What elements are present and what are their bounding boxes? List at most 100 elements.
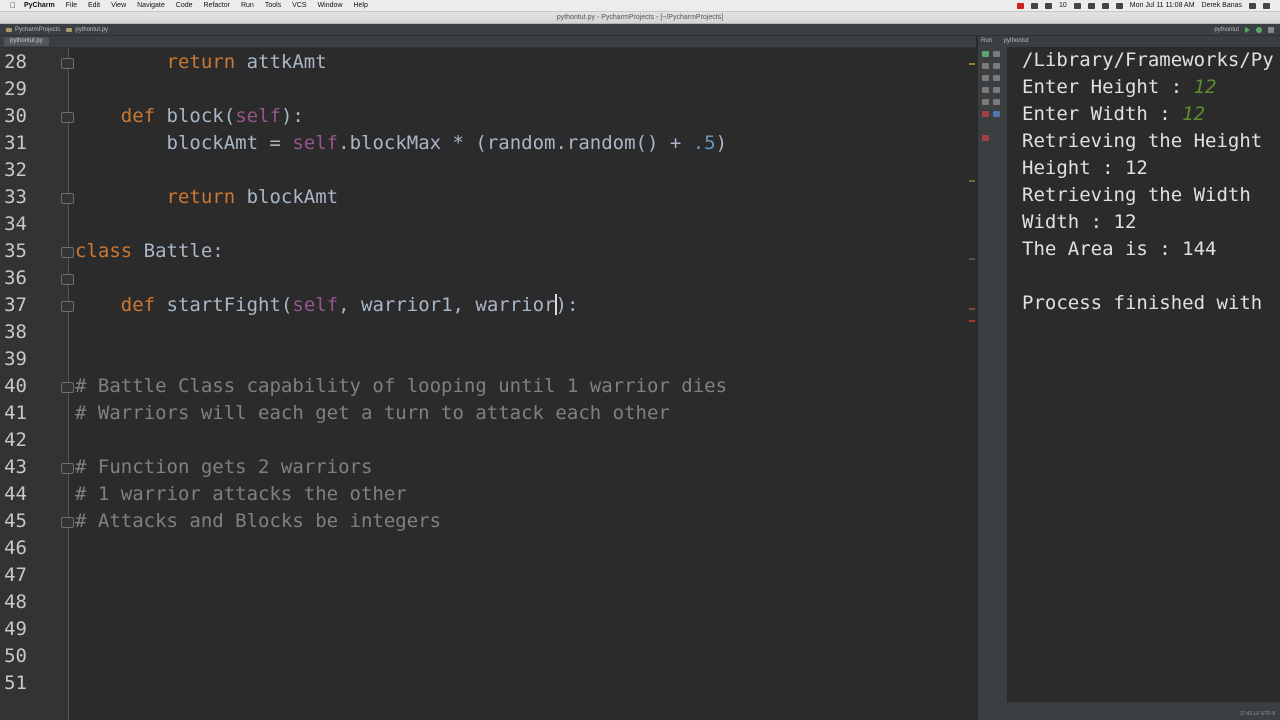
code-line-31: blockAmt = self.blockMax * (random.rando…: [75, 130, 728, 157]
menu-file[interactable]: File: [66, 2, 77, 9]
keyword-return: return: [166, 186, 236, 208]
function-name: block: [166, 105, 224, 127]
app-menu[interactable]: PyCharm: [24, 2, 55, 9]
soft-wrap-icon[interactable]: [993, 75, 1000, 81]
record-icon[interactable]: [1017, 2, 1024, 9]
line-number: 34: [4, 213, 27, 235]
run-icon[interactable]: [1245, 26, 1250, 33]
menu-edit[interactable]: Edit: [88, 2, 100, 9]
line-number: 39: [4, 348, 27, 370]
scroll-thumb[interactable]: [969, 258, 975, 260]
folder-icon: [6, 27, 12, 32]
code-line-28: return attkAmt: [75, 49, 327, 76]
fold-marker[interactable]: [61, 112, 74, 123]
line-number: 31: [4, 132, 27, 154]
run-config-label: pythontut: [1003, 38, 1029, 44]
dump-threads-icon[interactable]: [982, 87, 989, 93]
fold-marker[interactable]: [61, 301, 74, 312]
help-icon[interactable]: [982, 135, 989, 141]
menu-help[interactable]: Help: [353, 2, 367, 9]
code-text: blockAmt =: [166, 132, 293, 154]
line-number: 47: [4, 564, 27, 586]
tab-pythontut[interactable]: pythontut.py: [4, 37, 49, 46]
fold-marker[interactable]: [61, 274, 74, 285]
stop-icon[interactable]: [982, 63, 989, 69]
line-number: 36: [4, 267, 27, 289]
run-toolbar-vertical: [978, 47, 1006, 720]
volume-icon[interactable]: [1101, 2, 1109, 9]
menu-tools[interactable]: Tools: [265, 2, 281, 9]
scroll-up-icon[interactable]: [993, 51, 1000, 57]
rerun-icon[interactable]: [982, 51, 989, 57]
status-tray: 10 Mon Jul 11 11:08 AM Derek Banas: [1017, 0, 1270, 11]
code-text: .blockMax * (random.random() +: [338, 132, 693, 154]
menu-view[interactable]: View: [111, 2, 126, 9]
fold-marker[interactable]: [61, 517, 74, 528]
menu-run[interactable]: Run: [241, 2, 254, 9]
menu-refactor[interactable]: Refactor: [204, 2, 230, 9]
apple-icon[interactable]: : [10, 1, 17, 10]
scroll-down-icon[interactable]: [993, 63, 1000, 69]
console-line: Process finished with: [1022, 292, 1263, 314]
console-prompt: Enter Width :: [1022, 103, 1183, 125]
run-toolbar: pythontut: [1214, 24, 1274, 35]
fold-marker[interactable]: [61, 463, 74, 474]
run-tab-label[interactable]: Run: [981, 38, 992, 44]
search-icon[interactable]: [1249, 2, 1256, 9]
run-panel: Run pythontut /Library/Frameworks/Py Ent…: [977, 36, 1280, 720]
console-prompt: Enter Height :: [1022, 76, 1194, 98]
fold-marker[interactable]: [61, 247, 74, 258]
drive-icon[interactable]: [1045, 2, 1052, 9]
pin-icon[interactable]: [993, 111, 1000, 117]
code-text: Battle:: [132, 240, 224, 262]
bluetooth-icon[interactable]: [1073, 2, 1081, 9]
fold-marker[interactable]: [61, 382, 74, 393]
list-icon[interactable]: [1263, 2, 1270, 9]
breadcrumb-project[interactable]: PycharmProjects: [6, 27, 60, 33]
line-number: 49: [4, 618, 27, 640]
warning-mark[interactable]: [969, 308, 975, 310]
console-line: Retrieving the Width: [1022, 184, 1251, 206]
user-name[interactable]: Derek Banas: [1202, 2, 1242, 9]
error-stripe[interactable]: [968, 48, 976, 720]
clear-icon[interactable]: [993, 99, 1000, 105]
fold-marker[interactable]: [61, 193, 74, 204]
breadcrumb-file[interactable]: pythontut.py: [66, 27, 108, 33]
comment-line-43: # Function gets 2 warriors: [75, 456, 373, 478]
console-line: The Area is : 144: [1022, 238, 1217, 260]
line-number-gutter[interactable]: 28 29 30 31 32 33 34 35 36 37 38 39 40 4…: [0, 48, 69, 720]
line-number: 48: [4, 591, 27, 613]
debug-icon[interactable]: [1256, 26, 1262, 33]
warning-mark[interactable]: [969, 180, 975, 182]
window-title: pythontut.py - PycharmProjects - [~/Pych…: [0, 12, 1280, 24]
self-ref: self: [292, 132, 339, 154]
menu-code[interactable]: Code: [176, 2, 193, 9]
tray-badge: 10: [1059, 2, 1067, 9]
line-number: 29: [4, 78, 27, 100]
close-icon[interactable]: [982, 111, 989, 117]
line-number: 41: [4, 402, 27, 424]
print-icon[interactable]: [993, 87, 1000, 93]
search-everywhere-icon[interactable]: [1268, 26, 1274, 33]
console-output[interactable]: /Library/Frameworks/Py Enter Height : 12…: [1007, 47, 1280, 702]
run-config-select[interactable]: pythontut: [1214, 27, 1239, 33]
fold-marker[interactable]: [61, 58, 74, 69]
wifi-icon[interactable]: [1087, 2, 1095, 9]
settings-icon[interactable]: [982, 99, 989, 105]
error-mark[interactable]: [969, 320, 975, 322]
comment-line-40: # Battle Class capability of looping unt…: [75, 375, 728, 397]
menu-vcs[interactable]: VCS: [292, 2, 306, 9]
line-number: 28: [4, 51, 27, 73]
pause-icon[interactable]: [982, 75, 989, 81]
battery-icon[interactable]: [1115, 2, 1123, 9]
comment-line-41: # Warriors will each get a turn to attac…: [75, 402, 670, 424]
menu-navigate[interactable]: Navigate: [137, 2, 165, 9]
code-editor[interactable]: 28 29 30 31 32 33 34 35 36 37 38 39 40 4…: [0, 48, 976, 720]
number-literal: .5: [692, 132, 716, 154]
warning-mark[interactable]: [969, 63, 975, 65]
navigation-bar: PycharmProjects pythontut.py pythontut: [0, 24, 1280, 36]
console-line: Retrieving the Height: [1022, 130, 1263, 152]
menu-window[interactable]: Window: [318, 2, 343, 9]
tray-app-icon[interactable]: [1031, 2, 1038, 9]
clock[interactable]: Mon Jul 11 11:08 AM: [1130, 2, 1195, 9]
